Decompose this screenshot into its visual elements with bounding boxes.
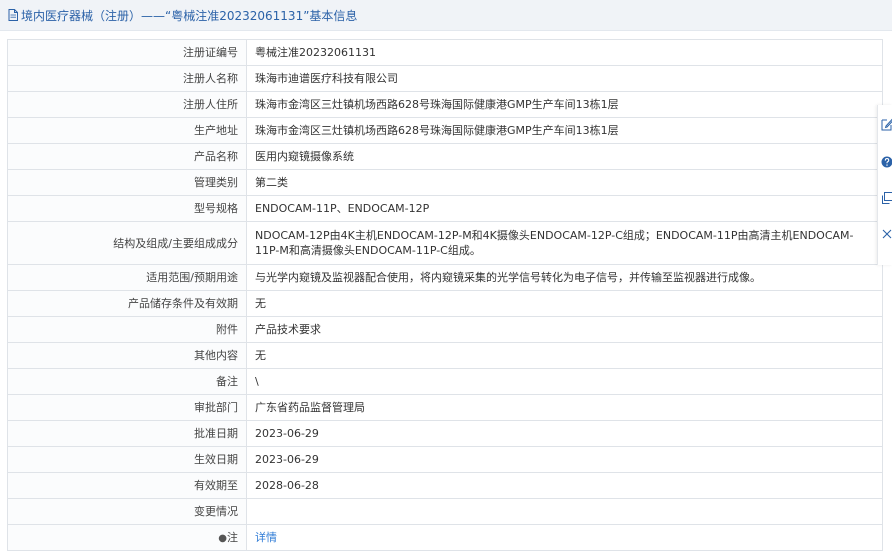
table-row: 注册人名称 珠海市迪谱医疗科技有限公司 <box>8 66 883 92</box>
table-row: 生效日期 2023-06-29 <box>8 447 883 473</box>
row-label: 有效期至 <box>8 473 247 499</box>
row-label: 产品储存条件及有效期 <box>8 291 247 317</box>
row-value: 2023-06-29 <box>247 421 883 447</box>
table-row: 管理类别 第二类 <box>8 170 883 196</box>
row-value: 医用内窥镜摄像系统 <box>247 144 883 170</box>
row-value: 无 <box>247 291 883 317</box>
note-row: ●注 详情 <box>8 525 883 551</box>
page-title: 境内医疗器械（注册）——“粤械注准20232061131”基本信息 <box>21 7 357 24</box>
table-row: 生产地址 珠海市金湾区三灶镇机场西路628号珠海国际健康港GMP生产车间13栋1… <box>8 118 883 144</box>
table-row: 适用范围/预期用途 与光学内窥镜及监视器配合使用，将内窥镜采集的光学信号转化为电… <box>8 265 883 291</box>
row-label: 管理类别 <box>8 170 247 196</box>
row-label: 生产地址 <box>8 118 247 144</box>
table-row: 结构及组成/主要组成成分 NDOCAM-12P由4K主机ENDOCAM-12P-… <box>8 222 883 265</box>
row-label: 其他内容 <box>8 343 247 369</box>
close-icon[interactable] <box>881 227 892 241</box>
row-value: 与光学内窥镜及监视器配合使用，将内窥镜采集的光学信号转化为电子信号，并传输至监视… <box>247 265 883 291</box>
row-label: 变更情况 <box>8 499 247 525</box>
table-row: 注册证编号 粤械注准20232061131 <box>8 40 883 66</box>
row-label: 生效日期 <box>8 447 247 473</box>
row-value: 无 <box>247 343 883 369</box>
row-value: 珠海市金湾区三灶镇机场西路628号珠海国际健康港GMP生产车间13栋1层 <box>247 118 883 144</box>
table-row: 批准日期 2023-06-29 <box>8 421 883 447</box>
table-row: 备注 \ <box>8 369 883 395</box>
table-row: 注册人住所 珠海市金湾区三灶镇机场西路628号珠海国际健康港GMP生产车间13栋… <box>8 92 883 118</box>
side-toolbar <box>877 105 892 265</box>
row-value: 2023-06-29 <box>247 447 883 473</box>
table-row: 型号规格 ENDOCAM-11P、ENDOCAM-12P <box>8 196 883 222</box>
row-value: 粤械注准20232061131 <box>247 40 883 66</box>
table-row: 有效期至 2028-06-28 <box>8 473 883 499</box>
row-label: 适用范围/预期用途 <box>8 265 247 291</box>
table-row: 审批部门 广东省药品监督管理局 <box>8 395 883 421</box>
page-header: 境内医疗器械（注册）——“粤械注准20232061131”基本信息 <box>0 0 892 31</box>
table-row: 变更情况 <box>8 499 883 525</box>
document-icon <box>8 9 18 21</box>
edit-icon[interactable] <box>881 117 892 131</box>
registration-info-table: 注册证编号 粤械注准20232061131 注册人名称 珠海市迪谱医疗科技有限公… <box>7 39 883 551</box>
row-label: 产品名称 <box>8 144 247 170</box>
note-label-text: 注 <box>227 531 238 544</box>
table-row: 其他内容 无 <box>8 343 883 369</box>
row-value: 珠海市迪谱医疗科技有限公司 <box>247 66 883 92</box>
pin-icon: ● <box>218 533 227 544</box>
row-value <box>247 499 883 525</box>
row-value: NDOCAM-12P由4K主机ENDOCAM-12P-M和4K摄像头ENDOCA… <box>247 222 883 265</box>
row-label: 注册人住所 <box>8 92 247 118</box>
row-value: \ <box>247 369 883 395</box>
row-value: 第二类 <box>247 170 883 196</box>
table-row: 产品储存条件及有效期 无 <box>8 291 883 317</box>
row-label: 批准日期 <box>8 421 247 447</box>
row-label: 审批部门 <box>8 395 247 421</box>
row-label: 备注 <box>8 369 247 395</box>
note-value: 详情 <box>247 525 883 551</box>
details-link[interactable]: 详情 <box>255 531 277 544</box>
row-label: 注册证编号 <box>8 40 247 66</box>
row-value: 2028-06-28 <box>247 473 883 499</box>
row-label: 型号规格 <box>8 196 247 222</box>
table-row: 附件 产品技术要求 <box>8 317 883 343</box>
note-label: ●注 <box>8 525 247 551</box>
row-value: ENDOCAM-11P、ENDOCAM-12P <box>247 196 883 222</box>
row-value: 产品技术要求 <box>247 317 883 343</box>
row-label: 附件 <box>8 317 247 343</box>
table-row: 产品名称 医用内窥镜摄像系统 <box>8 144 883 170</box>
row-label: 注册人名称 <box>8 66 247 92</box>
row-value: 广东省药品监督管理局 <box>247 395 883 421</box>
help-icon[interactable] <box>881 155 892 169</box>
row-label: 结构及组成/主要组成成分 <box>8 222 247 265</box>
row-value: 珠海市金湾区三灶镇机场西路628号珠海国际健康港GMP生产车间13栋1层 <box>247 92 883 118</box>
copy-icon[interactable] <box>881 191 892 205</box>
